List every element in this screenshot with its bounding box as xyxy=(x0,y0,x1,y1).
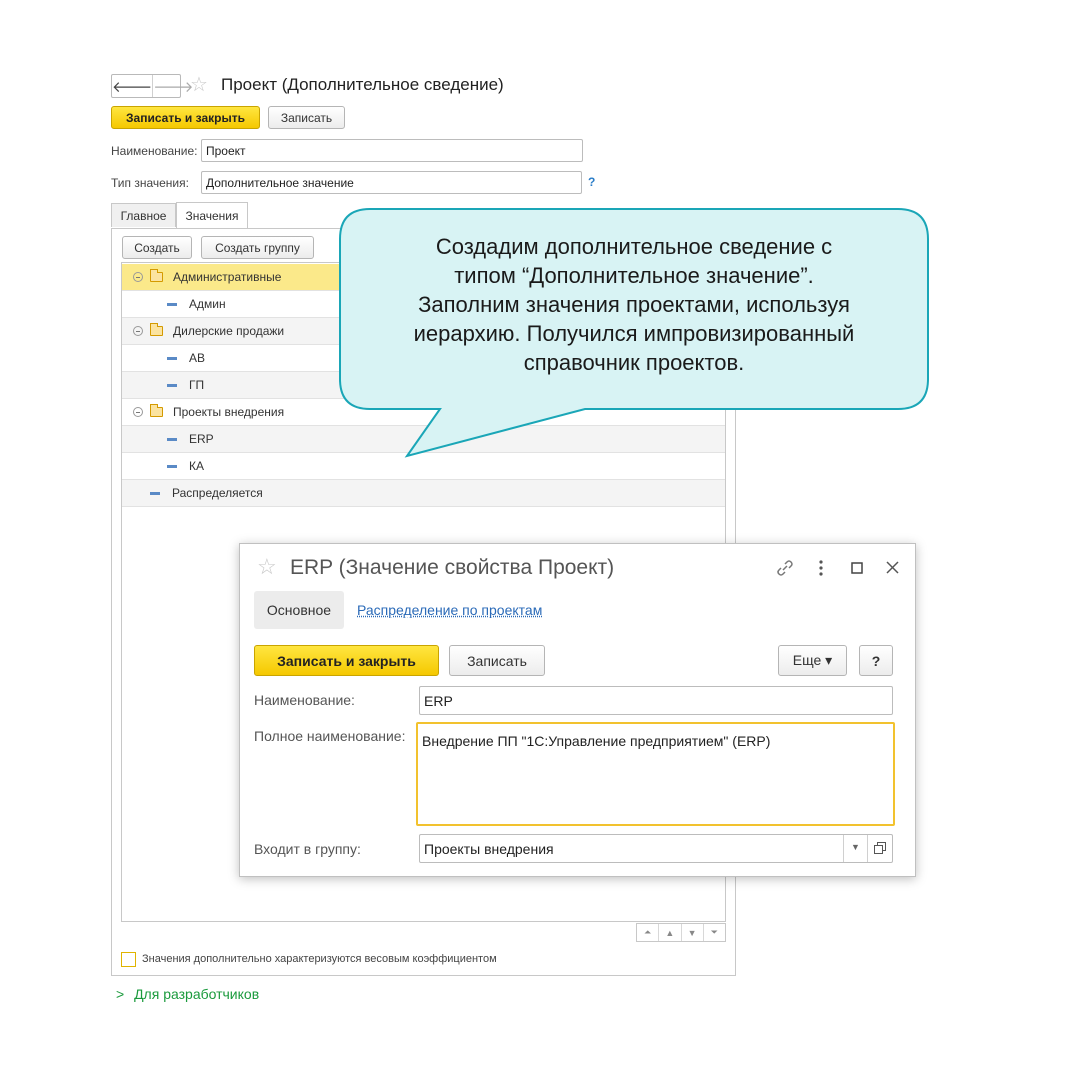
link-icon[interactable] xyxy=(775,558,795,578)
tree-row-label: Административные xyxy=(173,270,282,284)
close-icon[interactable] xyxy=(886,561,899,574)
save-and-close-button[interactable]: Записать и закрыть xyxy=(111,106,260,129)
name-label: Наименование: xyxy=(254,692,355,708)
callout-line: Создадим дополнительное сведение с xyxy=(435,234,833,259)
select-divider xyxy=(843,835,844,862)
scroll-bottom-icon[interactable]: ⏷ xyxy=(702,924,725,941)
create-group-button[interactable]: Создать группу xyxy=(201,236,314,259)
help-icon[interactable]: ? xyxy=(588,175,595,189)
type-label: Тип значения: xyxy=(111,176,189,190)
tab-main[interactable]: Основное xyxy=(254,591,344,629)
dialog-title: ERP (Значение свойства Проект) xyxy=(290,556,615,579)
save-button[interactable]: Записать xyxy=(449,645,545,676)
back-arrow-icon[interactable]: 🡐 xyxy=(112,75,152,97)
more-button[interactable]: Еще ▾ xyxy=(778,645,847,676)
create-button[interactable]: Создать xyxy=(122,236,192,259)
collapse-icon[interactable] xyxy=(133,272,143,282)
callout-line: справочник проектов. xyxy=(523,350,745,375)
chevron-right-icon: > xyxy=(116,986,125,1002)
tree-row-label: ERP xyxy=(189,432,214,446)
collapse-icon[interactable] xyxy=(133,407,143,417)
favorite-star-icon[interactable]: ☆ xyxy=(257,556,277,578)
group-select[interactable]: Проекты внедрения xyxy=(419,834,893,863)
name-label: Наименование: xyxy=(111,144,198,158)
scroll-up-icon[interactable]: ▲ xyxy=(658,924,680,941)
folder-icon xyxy=(150,404,163,417)
tree-row-label: Дилерские продажи xyxy=(173,324,285,338)
tree-row-label: КА xyxy=(189,459,204,473)
tab-main[interactable]: Главное xyxy=(111,203,176,227)
group-label: Входит в группу: xyxy=(254,841,361,857)
dropdown-arrow-icon[interactable]: ▼ xyxy=(851,842,860,852)
item-icon xyxy=(150,491,160,495)
collapse-icon[interactable] xyxy=(133,326,143,336)
select-divider xyxy=(867,835,868,862)
tree-row-label: Проекты внедрения xyxy=(173,405,285,419)
item-icon xyxy=(167,383,177,387)
item-icon xyxy=(167,356,177,360)
save-button[interactable]: Записать xyxy=(268,106,345,129)
item-icon xyxy=(167,464,177,468)
maximize-icon[interactable] xyxy=(851,562,863,574)
name-input[interactable]: Проект xyxy=(201,139,583,162)
item-icon xyxy=(167,302,177,306)
developers-link-label: Для разработчиков xyxy=(134,986,260,1002)
help-button[interactable]: ? xyxy=(859,645,893,676)
forward-arrow-icon[interactable]: 🡒 xyxy=(152,75,193,97)
scroll-top-icon[interactable]: ⏶ xyxy=(637,924,658,941)
callout-line: Заполним значения проектами, используя xyxy=(418,292,850,317)
callout-text: Создадим дополнительное сведение с типом… xyxy=(360,232,908,377)
favorite-star-icon[interactable]: ☆ xyxy=(190,75,208,95)
tree-row-label: Распределяется xyxy=(172,486,263,500)
callout-line: иерархию. Получился импровизированный xyxy=(413,321,855,346)
nav-buttons: 🡐 🡒 xyxy=(111,74,193,98)
page-title: Проект (Дополнительное сведение) xyxy=(221,75,504,94)
tree-row-label: АВ xyxy=(189,351,206,365)
tree-row-label: Админ xyxy=(189,297,226,311)
tree-row-label: ГП xyxy=(189,378,205,392)
developers-link[interactable]: > Для разработчиков xyxy=(116,986,259,1002)
tree-pager: ⏶ ▲ ▼ ⏷ xyxy=(636,923,726,942)
name-input[interactable]: ERP xyxy=(419,686,893,715)
save-and-close-button[interactable]: Записать и закрыть xyxy=(254,645,439,676)
tab-values[interactable]: Значения xyxy=(176,202,248,228)
tree-row-item[interactable]: Распределяется xyxy=(122,480,725,507)
weight-checkbox-label: Значения дополнительно характеризуются в… xyxy=(142,953,497,965)
fullname-textarea[interactable]: Внедрение ПП "1С:Управление предприятием… xyxy=(416,722,895,826)
item-icon xyxy=(167,437,177,441)
type-input[interactable]: Дополнительное значение xyxy=(201,171,582,194)
weight-checkbox[interactable] xyxy=(121,952,136,967)
folder-icon xyxy=(150,269,163,282)
fullname-label: Полное наименование: xyxy=(254,728,406,744)
scroll-down-icon[interactable]: ▼ xyxy=(680,924,703,941)
open-icon[interactable] xyxy=(874,842,886,854)
callout-line: типом “Дополнительное значение”. xyxy=(454,263,814,288)
folder-icon xyxy=(150,323,163,336)
more-vert-icon[interactable] xyxy=(817,559,825,577)
tab-distribution[interactable]: Распределение по проектам xyxy=(357,602,542,618)
